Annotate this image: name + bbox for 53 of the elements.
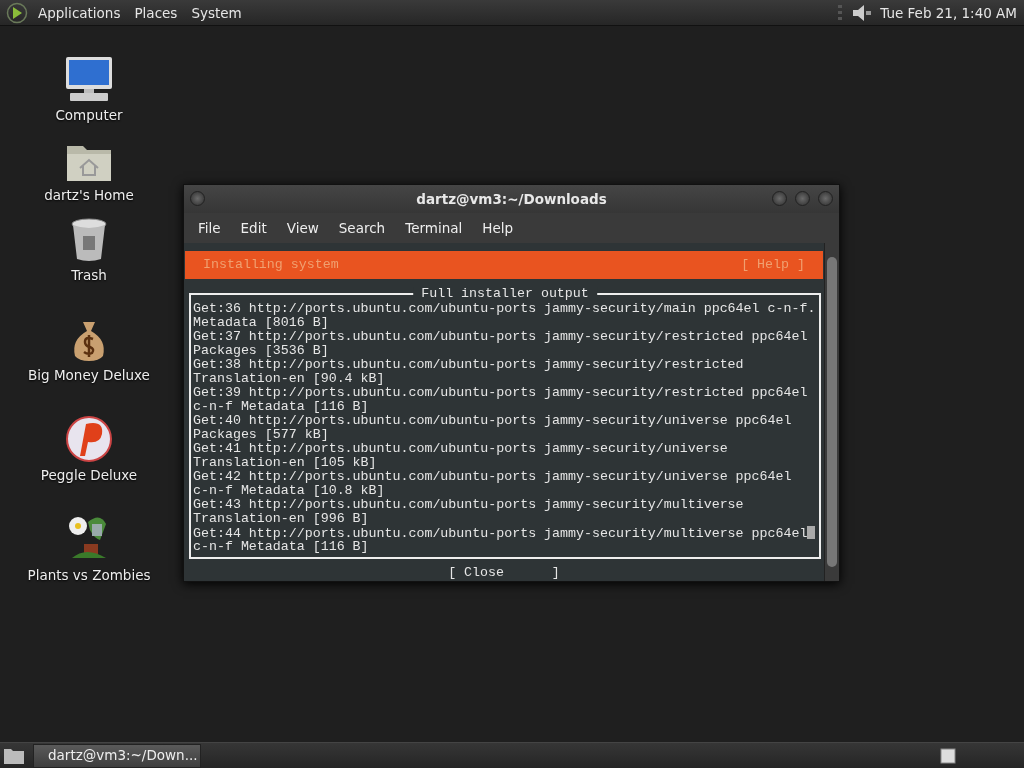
desktop-icon-label[interactable]: Plants vs Zombies [27, 566, 151, 584]
show-desktop-icon[interactable] [3, 746, 25, 765]
output-line: Get:42 http://ports.ubuntu.com/ubuntu-ports jammy-security/universe ppc64el [193, 469, 792, 484]
output-line: Packages [3536 B] [193, 343, 329, 358]
cursor-icon [807, 526, 816, 539]
scrollbar-thumb[interactable] [827, 257, 837, 567]
panel-menu[interactable]: Places [127, 0, 185, 26]
output-line: Get:41 http://ports.ubuntu.com/ubuntu-ports jammy-security/universe [193, 441, 728, 456]
workspace-icon[interactable] [940, 748, 956, 764]
maximize-button[interactable] [795, 191, 810, 206]
menu-item[interactable]: Help [472, 217, 524, 239]
desktop-icon-label[interactable]: dartz's Home [44, 186, 134, 204]
clock: Tue Feb 21, 1:40 AM [879, 3, 1018, 23]
output-line: Translation-en [90.4 kB] [193, 371, 385, 386]
scrollbar[interactable] [824, 243, 839, 581]
computer-icon[interactable] [64, 56, 114, 102]
desktop-icon-label[interactable]: Trash [71, 266, 107, 284]
output-line: Get:37 http://ports.ubuntu.com/ubuntu-ports jammy-security/restricted ppc64el [193, 329, 808, 344]
close-button[interactable] [818, 191, 833, 206]
menu-item[interactable]: View [276, 217, 329, 239]
menu-item[interactable]: File [188, 217, 231, 239]
output-line: Get:39 http://ports.ubuntu.com/ubuntu-ports jammy-security/restricted ppc64el [193, 385, 808, 400]
desktop-icon-label[interactable]: Computer [55, 106, 123, 124]
trash-icon[interactable] [70, 218, 108, 262]
output-line: c-n-f Metadata [116 B] [193, 539, 369, 554]
menu-item[interactable]: Search [328, 217, 396, 239]
output-line: Translation-en [105 kB] [193, 455, 377, 470]
output-line: Packages [577 kB] [193, 427, 329, 442]
header-title: Installing system [203, 258, 339, 272]
output-line: Translation-en [996 B] [193, 511, 369, 526]
ball-icon[interactable] [66, 416, 112, 462]
minimize-button[interactable] [772, 191, 787, 206]
output-box-title: Full installer output [413, 287, 597, 301]
output-line: c-n-f Metadata [10.8 kB] [193, 483, 385, 498]
menu-item[interactable]: Terminal [395, 217, 473, 239]
output-line: Get:44 http://ports.ubuntu.com/ubuntu-ports jammy-security/multiverse ppc64el [193, 526, 808, 541]
output-line: Get:36 http://ports.ubuntu.com/ubuntu-ports jammy-security/main ppc64el c-n-f. [193, 301, 816, 316]
output-line: Get:43 http://ports.ubuntu.com/ubuntu-ports jammy-security/multiverse [193, 497, 744, 512]
close-button[interactable]: [ Close ] [448, 566, 560, 580]
window-title: dartz@vm3:~/Downloads [416, 189, 607, 209]
menu-item[interactable]: Edit [230, 217, 277, 239]
handle-icon [837, 2, 844, 23]
taskbar-button[interactable]: dartz@vm3:~/Down... [33, 743, 201, 768]
desktop-icon-label[interactable]: Peggle Deluxe [40, 466, 138, 484]
window-menu-button[interactable] [190, 191, 205, 206]
output-line: c-n-f Metadata [116 B] [193, 399, 369, 414]
output-line: Metadata [8016 B] [193, 315, 329, 330]
desktop-icon-label[interactable]: Big Money Deluxe [28, 366, 150, 384]
output-line: Get:38 http://ports.ubuntu.com/ubuntu-ports jammy-security/restricted [193, 357, 744, 372]
panel-menu[interactable]: System [184, 0, 249, 26]
logo-icon[interactable] [6, 1, 28, 24]
output-line: Get:40 http://ports.ubuntu.com/ubuntu-ports jammy-security/universe ppc64el [193, 413, 792, 428]
panel-menu[interactable]: Applications [31, 0, 128, 26]
